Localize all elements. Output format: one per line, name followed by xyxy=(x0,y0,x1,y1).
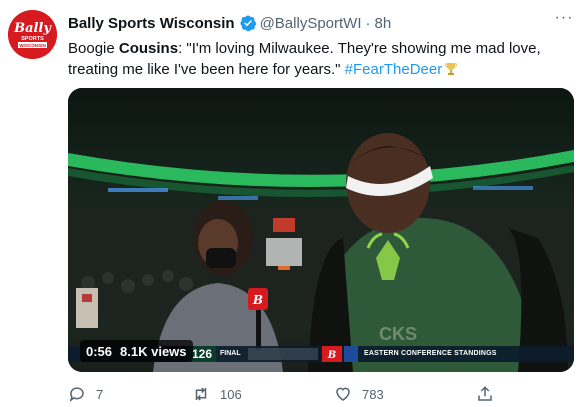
hashtag-link[interactable]: #FearTheDeer xyxy=(345,61,443,78)
svg-text:B: B xyxy=(327,350,336,361)
standings-label: EASTERN CONFERENCE STANDINGS xyxy=(364,350,497,357)
retweet-button[interactable]: 106 xyxy=(192,382,242,406)
separator-dot: · xyxy=(365,14,371,32)
video-player[interactable]: B CKS B 126 FINAL EASTERN CONFERENCE STA… xyxy=(68,88,574,372)
svg-text:B: B xyxy=(252,293,263,307)
verified-badge-icon xyxy=(239,14,257,32)
logo-line2: SPORTS xyxy=(21,36,44,42)
tweet[interactable]: Bally SPORTS WISCONSIN Bally Sports Wisc… xyxy=(0,0,583,407)
bally-sports-logo-icon: Bally SPORTS WISCONSIN xyxy=(8,10,57,59)
tweet-actions: 7 106 783 xyxy=(68,382,574,406)
more-options-icon[interactable]: ··· xyxy=(554,10,574,32)
tweet-text: Boogie Cousins: "I'm loving Milwaukee. T… xyxy=(68,38,568,80)
tweet-text-part1: Boogie xyxy=(68,40,119,57)
avatar[interactable]: Bally SPORTS WISCONSIN xyxy=(8,10,57,59)
author-name[interactable]: Bally Sports Wisconsin xyxy=(68,15,235,32)
video-views: 8.1K views xyxy=(120,343,187,359)
jersey-text: CKS xyxy=(379,324,417,344)
trophy-icon xyxy=(445,61,458,75)
author-handle[interactable]: @BallySportWI xyxy=(260,15,362,32)
tweet-timestamp[interactable]: 8h xyxy=(375,15,392,32)
logo-line1: Bally xyxy=(13,21,52,36)
like-button[interactable]: 783 xyxy=(334,382,384,406)
video-info-badge: 0:56 8.1K views xyxy=(80,340,193,362)
retweet-icon xyxy=(195,387,207,401)
heart-icon xyxy=(336,387,350,401)
video-frame: B CKS B xyxy=(68,88,574,372)
reply-icon xyxy=(69,387,84,402)
tweet-header: Bally Sports Wisconsin @BallySportWI · 8… xyxy=(68,12,391,34)
share-icon xyxy=(478,386,492,401)
share-button[interactable] xyxy=(476,382,494,406)
logo-line3: WISCONSIN xyxy=(19,43,46,48)
retweet-count: 106 xyxy=(220,386,242,402)
reply-count: 7 xyxy=(96,386,104,402)
like-count: 783 xyxy=(362,386,384,402)
video-duration: 0:56 xyxy=(86,343,113,359)
tweet-text-bold: Cousins xyxy=(118,40,179,57)
final-label: FINAL xyxy=(220,350,241,357)
reply-button[interactable]: 7 xyxy=(68,382,103,406)
